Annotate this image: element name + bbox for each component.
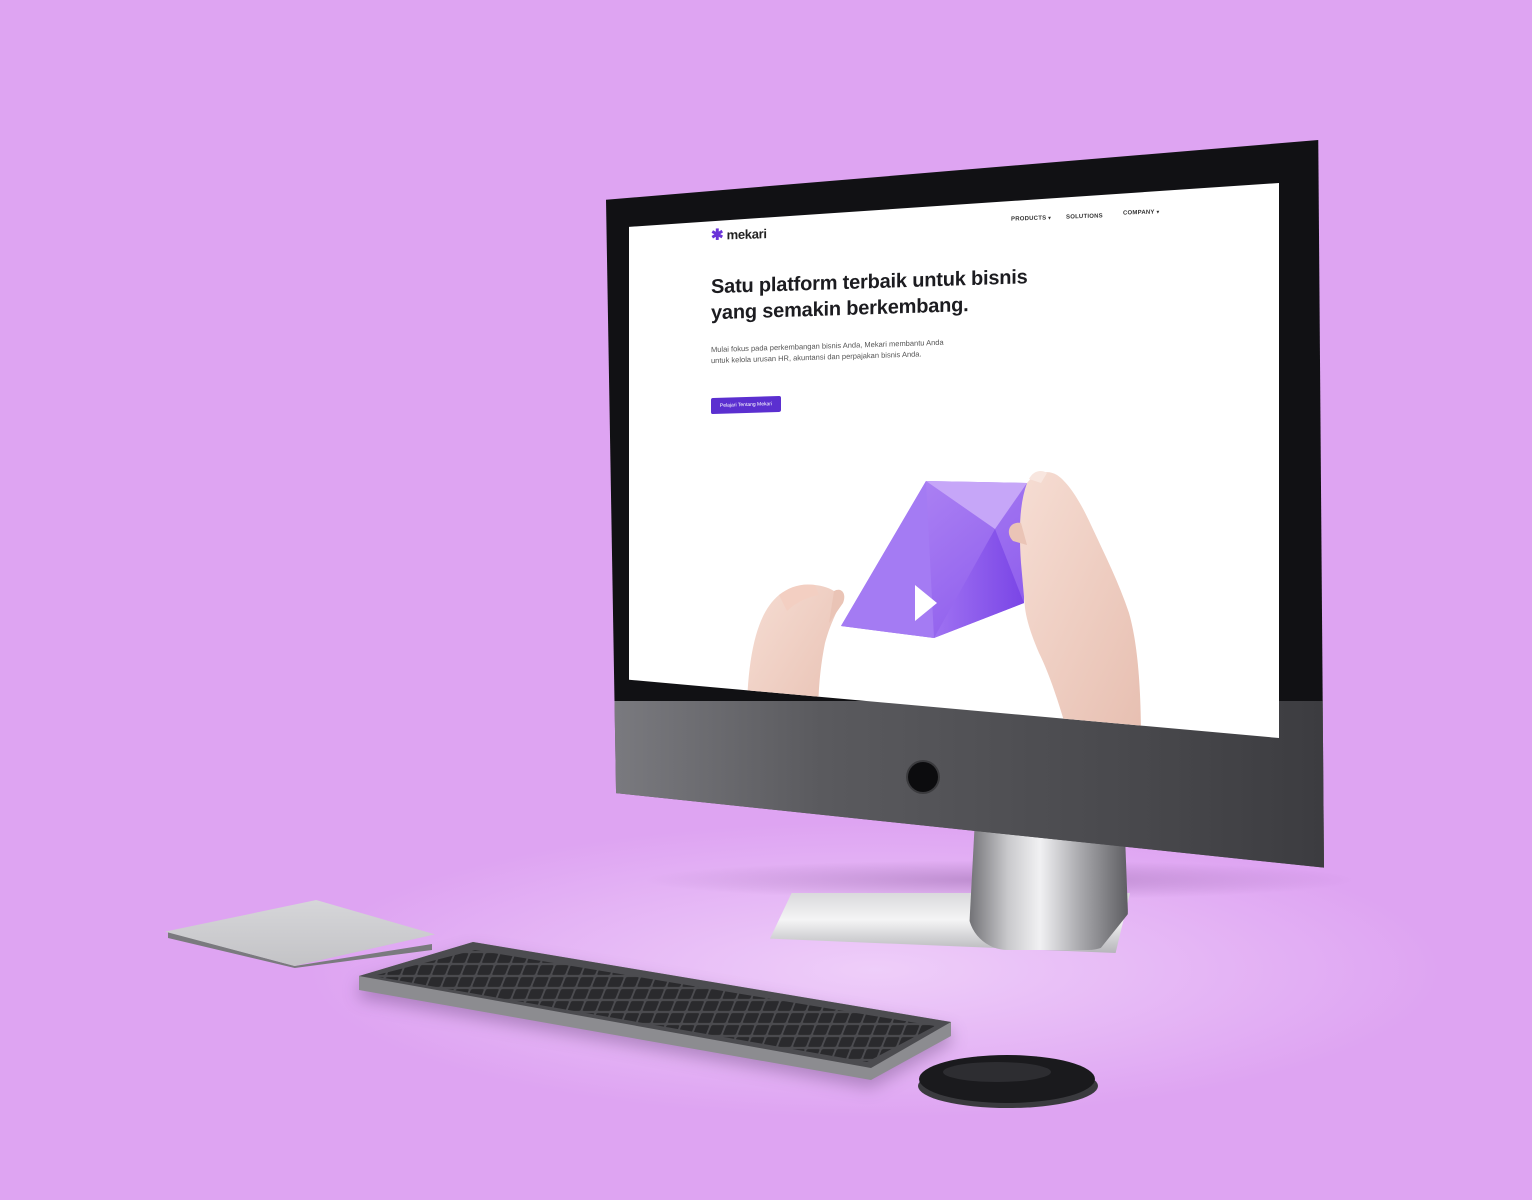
mouse: [918, 1055, 1098, 1108]
right-hand: [1008, 471, 1141, 738]
folded-paper: [841, 481, 1027, 638]
monitor-stand-neck: [968, 830, 1128, 950]
hero-video[interactable]: [629, 183, 1279, 738]
keyboard: [359, 942, 951, 1080]
monitor-logo-dot: [908, 762, 938, 792]
monitor-screen: ✱ mekari PRODUCTS ▾ SOLUTIONS COMPANY ▾ Sa…: [629, 183, 1279, 738]
